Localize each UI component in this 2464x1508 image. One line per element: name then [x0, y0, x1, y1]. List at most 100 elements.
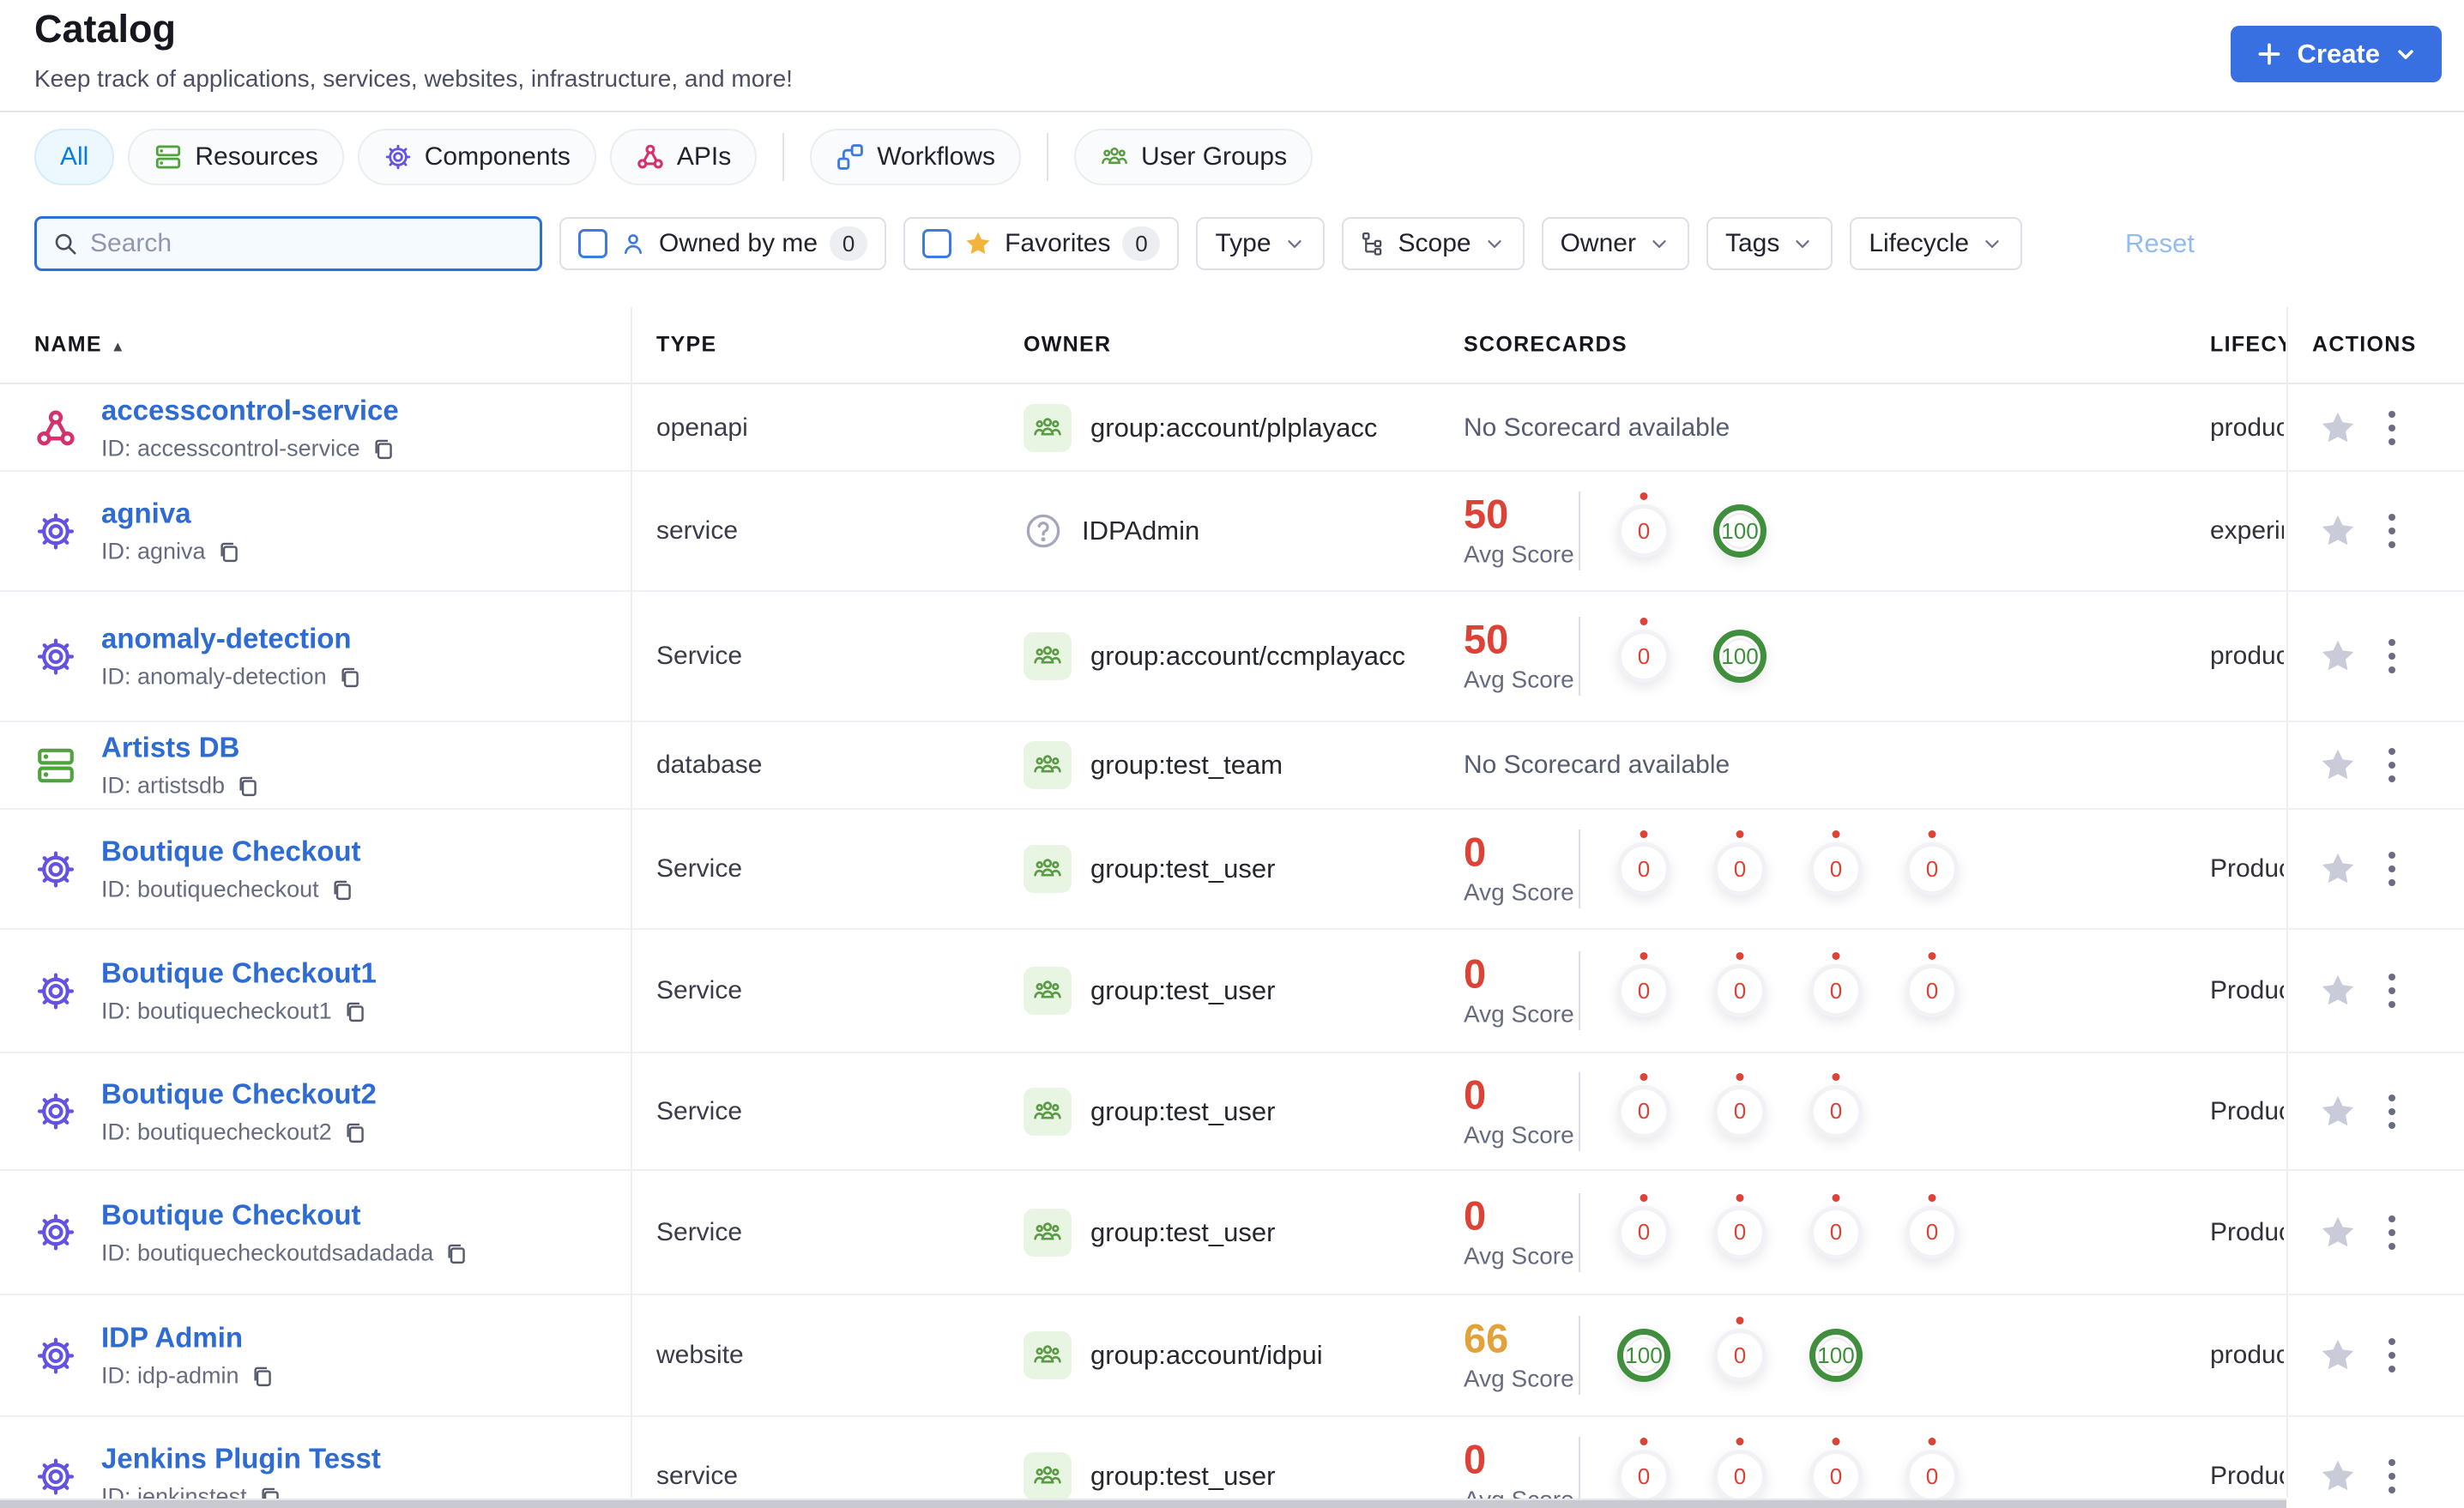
copy-icon[interactable]: [371, 437, 396, 461]
column-header-lifecycle[interactable]: LIFECYC: [2210, 333, 2286, 358]
type-dropdown[interactable]: Type: [1196, 217, 1325, 270]
tab-resources[interactable]: Resources: [128, 129, 344, 185]
favorite-star-icon[interactable]: [2318, 1336, 2358, 1375]
copy-icon[interactable]: [444, 1240, 468, 1265]
entity-name-link[interactable]: Boutique Checkout: [101, 835, 361, 868]
owned-by-me-checkbox[interactable]: [578, 229, 607, 258]
favorite-star-icon[interactable]: [2318, 1457, 2358, 1496]
favorites-filter[interactable]: Favorites 0: [903, 217, 1180, 270]
tab-components[interactable]: Components: [357, 129, 596, 185]
entity-name-link[interactable]: Artists DB: [101, 732, 260, 764]
group-icon: [1024, 845, 1072, 893]
copy-icon[interactable]: [329, 878, 354, 902]
column-header-type[interactable]: TYPE: [656, 333, 717, 358]
entity-id: ID: accesscontrol-service: [101, 436, 399, 462]
chevron-down-icon: [1483, 232, 1506, 255]
kebab-menu-icon[interactable]: [2385, 745, 2399, 786]
entity-name-link[interactable]: accesscontrol-service: [101, 395, 399, 427]
favorite-star-icon[interactable]: [2318, 636, 2358, 676]
copy-icon[interactable]: [342, 1119, 367, 1144]
favorite-star-icon[interactable]: [2318, 511, 2358, 551]
kebab-menu-icon[interactable]: [2385, 407, 2399, 449]
favorite-star-icon[interactable]: [2318, 408, 2358, 448]
scorecard-gauge: 100: [1809, 1329, 1863, 1382]
owner-dropdown[interactable]: Owner: [1541, 217, 1689, 270]
search-input[interactable]: [90, 229, 524, 258]
scorecard-gauge: 0: [1713, 1205, 1766, 1259]
page-header: Catalog Keep track of applications, serv…: [0, 0, 2464, 112]
owned-by-me-label: Owned by me: [659, 229, 818, 257]
favorites-checkbox[interactable]: [922, 229, 952, 258]
owner-cell: group:account/plplayacc: [1024, 404, 1377, 452]
favorite-star-icon[interactable]: [2318, 1092, 2358, 1131]
tab-user-groups[interactable]: User Groups: [1074, 129, 1314, 185]
gear-icon: [34, 969, 77, 1012]
actions-cell: [2318, 636, 2399, 677]
scorecard-gauge: 0: [1809, 842, 1863, 896]
group-icon: [1024, 967, 1072, 1015]
favorite-star-icon[interactable]: [2318, 745, 2358, 785]
copy-icon[interactable]: [342, 999, 367, 1024]
entity-cell: Artists DB ID: artistsdb: [34, 732, 260, 799]
tags-dropdown[interactable]: Tags: [1706, 217, 1833, 270]
table-row: Boutique Checkout ID: boutiquecheckoutds…: [0, 1171, 2464, 1295]
entity-name-link[interactable]: agniva: [101, 498, 241, 530]
reset-filters-button[interactable]: Reset: [2125, 228, 2195, 259]
actions-cell: [2318, 848, 2399, 890]
favorite-star-icon[interactable]: [2318, 849, 2358, 889]
favorite-star-icon[interactable]: [2318, 971, 2358, 1010]
entity-name-link[interactable]: Jenkins Plugin Tesst: [101, 1443, 381, 1475]
avg-score: 0 Avg Score: [1464, 1195, 1574, 1270]
group-icon: [1024, 632, 1072, 680]
copy-icon[interactable]: [250, 1364, 275, 1389]
tab-all[interactable]: All: [34, 129, 115, 185]
column-header-owner[interactable]: OWNER: [1024, 333, 1111, 358]
gear-icon: [34, 1455, 77, 1498]
tags-dropdown-label: Tags: [1724, 229, 1780, 257]
kebab-menu-icon[interactable]: [2385, 970, 2399, 1011]
search-box: [34, 216, 542, 271]
entity-name-link[interactable]: Boutique Checkout1: [101, 957, 377, 990]
avg-score: 0 Avg Score: [1464, 1074, 1574, 1149]
avg-score-label: Avg Score: [1464, 1121, 1574, 1148]
scorecard-gauge: 0: [1713, 1450, 1766, 1503]
type-cell: service: [656, 516, 739, 545]
tab-separator: [782, 133, 785, 181]
owner-cell: group:test_user: [1024, 845, 1275, 893]
favorite-star-icon[interactable]: [2318, 1213, 2358, 1252]
tab-workflows[interactable]: Workflows: [810, 129, 1022, 185]
kebab-menu-icon[interactable]: [2385, 1091, 2399, 1132]
lifecycle-dropdown[interactable]: Lifecycle: [1850, 217, 2023, 270]
create-button[interactable]: Create: [2230, 26, 2442, 82]
copy-icon[interactable]: [235, 774, 260, 799]
kebab-menu-icon[interactable]: [2385, 848, 2399, 890]
type-cell: service: [656, 1462, 739, 1490]
scorecard-gauge: 0: [1617, 1450, 1670, 1503]
horizontal-scrollbar[interactable]: [0, 1499, 2286, 1508]
column-header-name[interactable]: NAME ▲: [34, 333, 126, 358]
star-icon: [963, 229, 993, 258]
avg-score-value: 66: [1464, 1315, 1509, 1361]
scorecard-gauge: 0: [1809, 1205, 1863, 1259]
kebab-menu-icon[interactable]: [2385, 1335, 2399, 1376]
kebab-menu-icon[interactable]: [2385, 1212, 2399, 1253]
entity-name-link[interactable]: IDP Admin: [101, 1322, 275, 1354]
type-cell: Service: [656, 642, 743, 670]
entity-name-link[interactable]: Boutique Checkout2: [101, 1077, 377, 1110]
kebab-menu-icon[interactable]: [2385, 510, 2399, 552]
copy-icon[interactable]: [216, 540, 241, 564]
avg-score-value: 0: [1464, 950, 1487, 997]
kebab-menu-icon[interactable]: [2385, 1456, 2399, 1497]
entity-name-link[interactable]: Boutique Checkout: [101, 1198, 468, 1231]
copy-icon[interactable]: [337, 665, 362, 690]
users-icon: [1100, 142, 1129, 172]
scope-dropdown[interactable]: Scope: [1341, 217, 1525, 270]
scorecard-gauge: 0: [1617, 1084, 1670, 1138]
owned-by-me-filter[interactable]: Owned by me 0: [559, 217, 887, 270]
tab-apis[interactable]: APIs: [609, 129, 758, 185]
owner-cell: group:account/idpui: [1024, 1331, 1323, 1379]
column-header-scorecards[interactable]: SCORECARDS: [1464, 333, 1628, 358]
kebab-menu-icon[interactable]: [2385, 636, 2399, 677]
entity-name-link[interactable]: anomaly-detection: [101, 623, 362, 655]
group-icon: [1024, 1208, 1072, 1257]
